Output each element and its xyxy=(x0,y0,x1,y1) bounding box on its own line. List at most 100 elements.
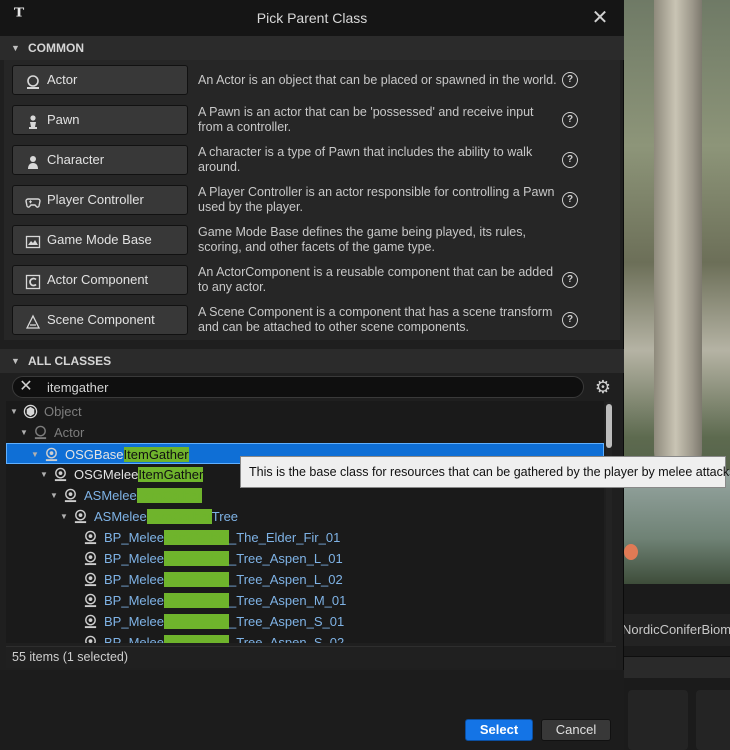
common-class-row: Scene Component A Scene Component is a co… xyxy=(12,302,612,338)
item-count-status: 55 items (1 selected) xyxy=(6,646,616,668)
common-class-row: Character A character is a type of Pawn t… xyxy=(12,142,612,178)
actor-class-icon xyxy=(83,551,98,566)
tree-row[interactable]: ▼ ASMeleeItemGather xyxy=(6,485,604,506)
gear-icon[interactable]: ⚙ xyxy=(593,377,613,397)
search-match-highlight: ItemGather xyxy=(163,551,230,566)
tree-row[interactable]: ▼ Actor xyxy=(6,422,604,443)
common-class-row: Player Controller A Player Controller is … xyxy=(12,182,612,218)
tree-row[interactable]: ▼ Object xyxy=(6,401,604,422)
actor-class-icon xyxy=(73,509,88,524)
common-class-description: Game Mode Base defines the game being pl… xyxy=(198,225,526,254)
actor-class-icon xyxy=(53,467,68,482)
common-class-description: An ActorComponent is a reusable componen… xyxy=(198,265,554,294)
tree-row-label: BP_MeleeItemGather_Tree_Aspen_M_01 xyxy=(104,593,347,608)
tree-row-label: BP_MeleeItemGather_Tree_Aspen_S_01 xyxy=(104,614,345,629)
common-class-button[interactable]: Pawn xyxy=(12,105,188,135)
clear-search-icon[interactable]: ✕ xyxy=(17,377,35,397)
help-icon[interactable]: ? xyxy=(562,112,578,128)
actor-class-icon xyxy=(33,425,48,440)
pawn-icon xyxy=(25,112,41,129)
common-class-row: Game Mode Base Game Mode Base defines the… xyxy=(12,222,612,258)
common-class-row: Actor An Actor is an object that can be p… xyxy=(12,62,612,98)
level-tab[interactable]: NordicConiferBiome xyxy=(624,614,730,646)
search-match-highlight: ItemGather xyxy=(163,530,230,545)
tree-trunk-image xyxy=(654,0,702,470)
common-class-label: Player Controller xyxy=(47,192,144,207)
tree-expand-caret-icon[interactable]: ▼ xyxy=(48,485,60,506)
common-class-description: A Scene Component is a component that ha… xyxy=(198,305,553,334)
help-icon[interactable]: ? xyxy=(562,192,578,208)
class-search-box: ✕ xyxy=(12,376,584,398)
level-tab-label: NordicConiferBiome xyxy=(624,622,730,637)
tree-row[interactable]: ▼ ASMeleeItemGatherTree xyxy=(6,506,604,527)
tree-expand-caret-icon[interactable]: ▼ xyxy=(18,422,30,443)
tree-row-label: Object xyxy=(44,404,82,419)
tree-row-label: OSGMeleeItemGather xyxy=(74,467,204,482)
common-class-label: Game Mode Base xyxy=(47,232,152,247)
tree-row-label: BP_MeleeItemGather_The_Elder_Fir_01 xyxy=(104,530,341,545)
actor-class-icon xyxy=(83,593,98,608)
cancel-button[interactable]: Cancel xyxy=(541,719,611,741)
actor-component-icon xyxy=(25,272,41,290)
common-class-row: Pawn A Pawn is an actor that can be 'poss… xyxy=(12,102,612,138)
common-class-button[interactable]: Player Controller xyxy=(12,185,188,215)
common-class-button[interactable]: Game Mode Base xyxy=(12,225,188,255)
search-match-highlight: ItemGather xyxy=(163,593,230,608)
editor-panel-tile xyxy=(628,690,688,750)
common-class-button[interactable]: Scene Component xyxy=(12,305,188,335)
help-icon[interactable]: ? xyxy=(562,312,578,328)
tree-row[interactable]: BP_MeleeItemGather_The_Elder_Fir_01 xyxy=(6,527,604,548)
tree-expand-caret-icon[interactable]: ▼ xyxy=(38,464,50,485)
flower-image xyxy=(624,544,638,560)
common-class-label: Actor xyxy=(47,72,78,87)
tree-row-label: BP_MeleeItemGather_Tree_Aspen_L_01 xyxy=(104,551,343,566)
scene-component-icon xyxy=(25,312,41,329)
search-match-highlight: ItemGather xyxy=(146,509,212,524)
tree-row[interactable]: BP_MeleeItemGather_Tree_Aspen_S_01 xyxy=(6,611,604,632)
common-class-description: An Actor is an object that can be placed… xyxy=(198,72,557,87)
tree-row-label: OSGBaseItemGather xyxy=(65,447,189,462)
class-search-input[interactable] xyxy=(47,378,567,396)
search-match-highlight: ItemGather xyxy=(136,488,202,503)
close-button[interactable]: ✕ xyxy=(588,6,612,30)
help-icon[interactable]: ? xyxy=(562,272,578,288)
game-mode-icon xyxy=(25,232,41,249)
common-class-label: Scene Component xyxy=(47,312,155,327)
common-class-description: A character is a type of Pawn that inclu… xyxy=(198,145,533,174)
search-match-highlight: ItemGather xyxy=(138,467,204,482)
common-class-description: A Pawn is an actor that can be 'possesse… xyxy=(198,105,534,134)
select-button[interactable]: Select xyxy=(465,719,533,741)
tree-expand-caret-icon[interactable]: ▼ xyxy=(8,401,20,422)
gamepad-icon xyxy=(25,192,41,208)
tree-expand-caret-icon[interactable]: ▼ xyxy=(58,506,70,527)
tree-row[interactable]: BP_MeleeItemGather_Tree_Aspen_L_01 xyxy=(6,548,604,569)
common-class-description: A Player Controller is an actor responsi… xyxy=(198,185,555,214)
common-class-row: Actor Component An ActorComponent is a re… xyxy=(12,262,612,298)
search-match-highlight: ItemGather xyxy=(163,572,230,587)
tree-row[interactable]: BP_MeleeItemGather_Tree_Aspen_M_01 xyxy=(6,590,604,611)
title-bar: Pick Parent Class ᵁ ✕ xyxy=(0,0,624,36)
common-class-button[interactable]: Actor xyxy=(12,65,188,95)
common-class-label: Actor Component xyxy=(47,272,149,287)
help-icon[interactable]: ? xyxy=(562,72,578,88)
tree-row-label: Actor xyxy=(54,425,85,440)
all-classes-section-header[interactable]: ▼ ALL CLASSES xyxy=(0,349,624,373)
search-match-highlight: ItemGather xyxy=(163,614,230,629)
common-class-button[interactable]: Actor Component xyxy=(12,265,188,295)
actor-class-icon xyxy=(83,572,98,587)
tree-scrollbar-thumb[interactable] xyxy=(606,404,612,448)
editor-viewport xyxy=(624,0,730,584)
actor-class-icon xyxy=(63,488,78,503)
common-class-label: Character xyxy=(47,152,105,167)
actor-class-icon xyxy=(44,447,59,462)
tree-row[interactable]: BP_MeleeItemGather_Tree_Aspen_L_02 xyxy=(6,569,604,590)
collapse-caret-icon: ▼ xyxy=(11,356,20,366)
actor-icon xyxy=(25,72,41,89)
tree-expand-caret-icon[interactable]: ▼ xyxy=(29,444,41,465)
object-icon xyxy=(23,404,38,419)
tree-row[interactable]: BP_MeleeItemGather_Tree_Aspen_S_02 xyxy=(6,632,604,643)
common-section-header[interactable]: ▼ COMMON xyxy=(0,36,624,60)
help-icon[interactable]: ? xyxy=(562,152,578,168)
common-class-button[interactable]: Character xyxy=(12,145,188,175)
editor-toolbar xyxy=(624,656,730,678)
